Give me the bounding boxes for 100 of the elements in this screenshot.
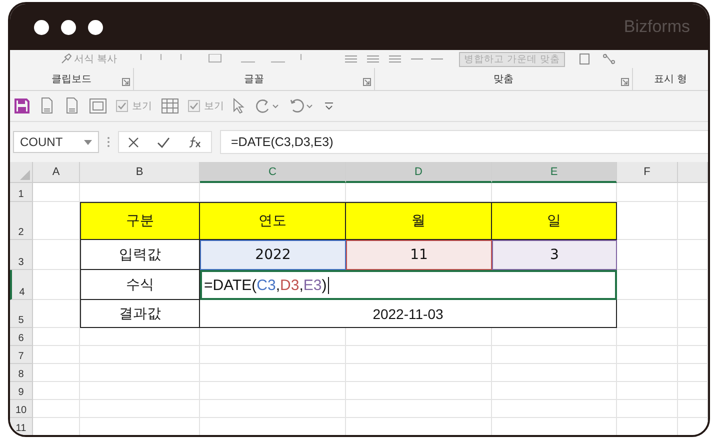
document-icon[interactable]	[64, 97, 80, 115]
empty-cell[interactable]	[346, 382, 492, 400]
label-cell: 입력값	[80, 240, 200, 270]
column-header[interactable]: C	[200, 162, 346, 183]
row-header[interactable]: 1	[10, 183, 33, 202]
header-cell: 구분	[80, 202, 200, 240]
document-icon[interactable]	[39, 97, 55, 115]
empty-cell[interactable]	[617, 400, 678, 418]
undo-icon[interactable]	[289, 99, 315, 113]
empty-cell[interactable]	[678, 270, 708, 300]
window-dot-icon[interactable]	[61, 20, 76, 34]
row-header[interactable]: 3	[10, 240, 33, 270]
formula-field[interactable]: =DATE(C3,D3,E3)	[220, 130, 708, 154]
brand-text: Bizforms	[624, 17, 690, 37]
row-header[interactable]: 9	[10, 382, 33, 400]
row-header[interactable]: 11	[10, 418, 33, 435]
save-icon[interactable]	[14, 98, 30, 114]
empty-cell[interactable]	[678, 400, 708, 418]
row-header[interactable]: 7	[10, 346, 33, 364]
header-cell: 일	[492, 202, 617, 240]
empty-cell[interactable]	[678, 240, 708, 270]
row-header[interactable]: 2	[10, 202, 33, 240]
empty-cell[interactable]	[80, 328, 200, 346]
customize-toolbar-icon[interactable]	[324, 102, 334, 110]
empty-cell[interactable]	[346, 364, 492, 382]
frame-icon[interactable]	[89, 98, 107, 114]
empty-cell[interactable]	[678, 364, 708, 382]
empty-cell[interactable]	[80, 382, 200, 400]
enter-icon[interactable]	[157, 136, 170, 148]
row-header[interactable]: 4	[10, 270, 33, 300]
row-header[interactable]: 5	[10, 300, 33, 328]
ribbon-group-label: 표시 형	[654, 73, 688, 86]
window-dot-icon[interactable]	[88, 20, 103, 34]
empty-cell[interactable]	[678, 300, 708, 328]
checkbox-label: 보기	[132, 100, 152, 113]
empty-cell[interactable]	[492, 328, 617, 346]
empty-cell[interactable]	[617, 270, 678, 300]
column-header[interactable]: E	[492, 162, 617, 183]
redo-icon[interactable]	[254, 99, 280, 113]
empty-cell[interactable]	[617, 346, 678, 364]
dialog-launcher-icon[interactable]	[122, 78, 130, 86]
ribbon-group-label: 클립보드	[52, 73, 92, 86]
column-header[interactable]: D	[346, 162, 492, 183]
empty-cell[interactable]	[200, 382, 346, 400]
empty-cell[interactable]	[678, 183, 708, 202]
ribbon-group-label: 글꼴	[244, 73, 264, 86]
row-header[interactable]: 10	[10, 400, 33, 418]
empty-cell[interactable]	[617, 300, 678, 328]
empty-cell[interactable]	[200, 400, 346, 418]
empty-cell[interactable]	[678, 202, 708, 240]
cancel-icon[interactable]	[128, 136, 139, 148]
reference-cell[interactable]: 3	[492, 240, 617, 270]
empty-cell[interactable]	[80, 400, 200, 418]
empty-cell[interactable]	[346, 328, 492, 346]
ribbon-group-label: 맞춤	[494, 73, 514, 86]
empty-cell[interactable]	[80, 364, 200, 382]
empty-cell[interactable]	[346, 346, 492, 364]
table-icon[interactable]	[161, 98, 179, 114]
empty-cell[interactable]	[346, 400, 492, 418]
dialog-launcher-icon[interactable]	[363, 78, 371, 86]
empty-cell[interactable]	[492, 382, 617, 400]
reference-cell[interactable]: 2022	[200, 240, 346, 270]
name-box[interactable]: COUNT	[13, 131, 99, 153]
label-cell: 결과값	[80, 300, 200, 328]
empty-cell[interactable]	[80, 346, 200, 364]
align-tools-icon[interactable]	[345, 54, 446, 64]
empty-cell[interactable]	[617, 183, 678, 202]
empty-cell[interactable]	[678, 382, 708, 400]
column-header[interactable]: A	[33, 162, 80, 183]
checkbox[interactable]	[188, 100, 200, 112]
select-all-icon[interactable]	[20, 170, 30, 180]
formula-input-cell[interactable]: =DATE(C3,D3,E3)	[200, 270, 617, 300]
label-cell: 수식	[80, 270, 200, 300]
empty-cell[interactable]	[678, 328, 708, 346]
empty-cell[interactable]	[617, 328, 678, 346]
checkbox[interactable]	[116, 100, 128, 112]
header-cell: 연도	[200, 202, 346, 240]
empty-cell[interactable]	[492, 400, 617, 418]
result-cell: 2022-11-03	[200, 300, 617, 328]
empty-cell[interactable]	[678, 346, 708, 364]
checkbox-label: 보기	[204, 100, 224, 113]
empty-cell[interactable]	[200, 346, 346, 364]
empty-cell[interactable]	[492, 364, 617, 382]
column-header[interactable]: B	[80, 162, 200, 183]
paintbrush-icon	[60, 53, 72, 65]
insert-function-icon[interactable]	[188, 136, 202, 148]
empty-cell[interactable]	[200, 328, 346, 346]
empty-cell[interactable]	[492, 346, 617, 364]
reference-cell[interactable]: 11	[346, 240, 492, 270]
empty-cell[interactable]	[200, 364, 346, 382]
row-header[interactable]: 6	[10, 328, 33, 346]
column-header[interactable]: F	[617, 162, 678, 183]
grip-icon	[107, 136, 110, 148]
window-dot-icon[interactable]	[34, 20, 49, 34]
empty-cell[interactable]	[617, 382, 678, 400]
header-cell: 월	[346, 202, 492, 240]
empty-cell[interactable]	[617, 364, 678, 382]
dialog-launcher-icon[interactable]	[621, 78, 629, 86]
pointer-icon[interactable]	[233, 98, 245, 114]
row-header[interactable]: 8	[10, 364, 33, 382]
